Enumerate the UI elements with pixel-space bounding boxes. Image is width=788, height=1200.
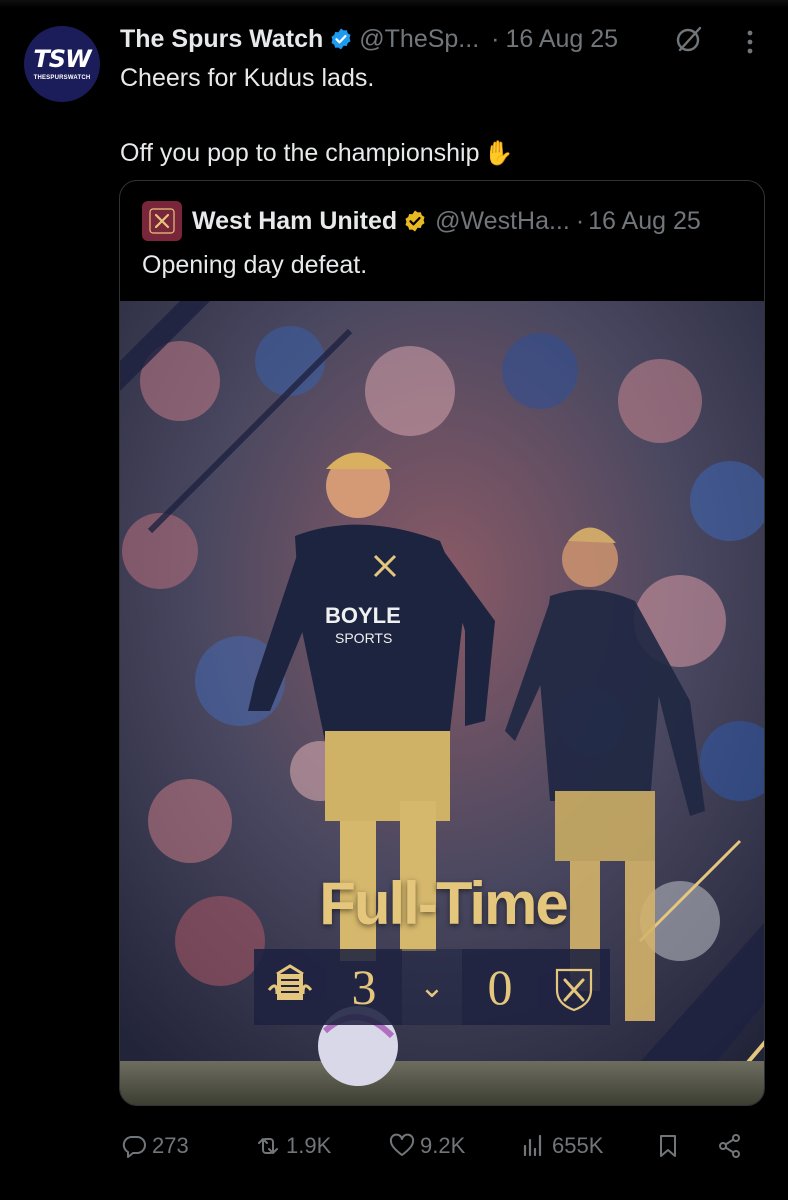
- quoted-author-display-name[interactable]: West Ham United: [192, 207, 397, 236]
- previous-tweet-edge: [0, 0, 788, 8]
- header-separator: ·: [491, 24, 500, 53]
- quoted-tweet-text: Opening day defeat.: [142, 251, 368, 279]
- waving-hand-icon: ✋: [483, 140, 514, 167]
- reply-count: 273: [152, 1133, 189, 1158]
- gold-verified-badge-icon: [405, 210, 425, 232]
- tweet-text: Cheers for Kudus lads. Off you pop to th…: [120, 62, 513, 170]
- views-button[interactable]: 655K: [520, 1126, 603, 1166]
- svg-text:SPORTS: SPORTS: [335, 630, 392, 646]
- west-ham-crest-icon: [149, 208, 175, 234]
- sunderland-crest-icon: [267, 964, 313, 1000]
- more-options-icon[interactable]: [736, 28, 764, 56]
- chevron-down-icon: ⌄: [402, 949, 462, 1025]
- repost-count: 1.9K: [286, 1133, 332, 1158]
- tweet-header: The Spurs Watch @TheSp... · 16 Aug 25: [120, 22, 618, 56]
- quoted-author-handle[interactable]: @WestHa...: [435, 207, 570, 236]
- author-display-name[interactable]: The Spurs Watch: [120, 25, 323, 54]
- svg-text:BOYLE: BOYLE: [325, 603, 401, 628]
- tweet-action-bar: 273 1.9K 9.2K 655K: [120, 1126, 750, 1166]
- verified-badge-icon: [331, 28, 351, 50]
- bookmark-icon: [660, 1135, 676, 1157]
- quoted-author-avatar[interactable]: [142, 201, 182, 241]
- repost-icon: [258, 1138, 278, 1154]
- quoted-tweet-date[interactable]: 16 Aug 25: [588, 207, 701, 236]
- views-count: 655K: [552, 1133, 604, 1158]
- tweet-text-line-2: Off you pop to the championship ✋: [120, 137, 513, 170]
- away-crest-box: [538, 949, 610, 1025]
- home-crest-box: [254, 949, 326, 1025]
- full-time-title: Full-Time: [319, 870, 569, 937]
- away-score: 0: [462, 949, 538, 1025]
- home-score: 3: [326, 949, 402, 1025]
- tweet-text-line-1: Cheers for Kudus lads.: [120, 64, 375, 92]
- quoted-tweet-card[interactable]: West Ham United @WestHa... · 16 Aug 25 O…: [119, 180, 765, 1106]
- share-icon: [719, 1134, 740, 1158]
- reply-button[interactable]: 273: [120, 1126, 189, 1166]
- score-bar: 3 ⌄ 0: [254, 949, 634, 1025]
- tweet-text-line-2-content: Off you pop to the championship: [120, 139, 480, 167]
- author-avatar[interactable]: TSW THESPURSWATCH: [24, 26, 100, 102]
- tweet-page: TSW THESPURSWATCH The Spurs Watch @TheSp…: [0, 0, 788, 1200]
- quoted-tweet-image[interactable]: BOYLE SPORTS Full-Time 3 ⌄ 0: [120, 301, 764, 1105]
- west-ham-crest-large-icon: [555, 968, 593, 1012]
- like-button[interactable]: 9.2K: [388, 1126, 465, 1166]
- quoted-tweet-header: West Ham United @WestHa... · 16 Aug 25: [142, 201, 701, 241]
- share-button[interactable]: [716, 1126, 748, 1166]
- heart-icon: [389, 1133, 415, 1156]
- views-chart-icon: [523, 1134, 542, 1157]
- reply-icon: [122, 1136, 146, 1158]
- like-count: 9.2K: [420, 1133, 466, 1158]
- tweet-date[interactable]: 16 Aug 25: [505, 25, 618, 54]
- repost-button[interactable]: 1.9K: [254, 1126, 331, 1166]
- grok-icon[interactable]: [674, 24, 704, 54]
- avatar-logo-subtext: THESPURSWATCH: [33, 75, 91, 81]
- bookmark-button[interactable]: [654, 1126, 686, 1166]
- quoted-header-separator: ·: [575, 206, 585, 235]
- avatar-logo-text: TSW: [33, 45, 91, 73]
- author-handle[interactable]: @TheSp...: [359, 25, 479, 54]
